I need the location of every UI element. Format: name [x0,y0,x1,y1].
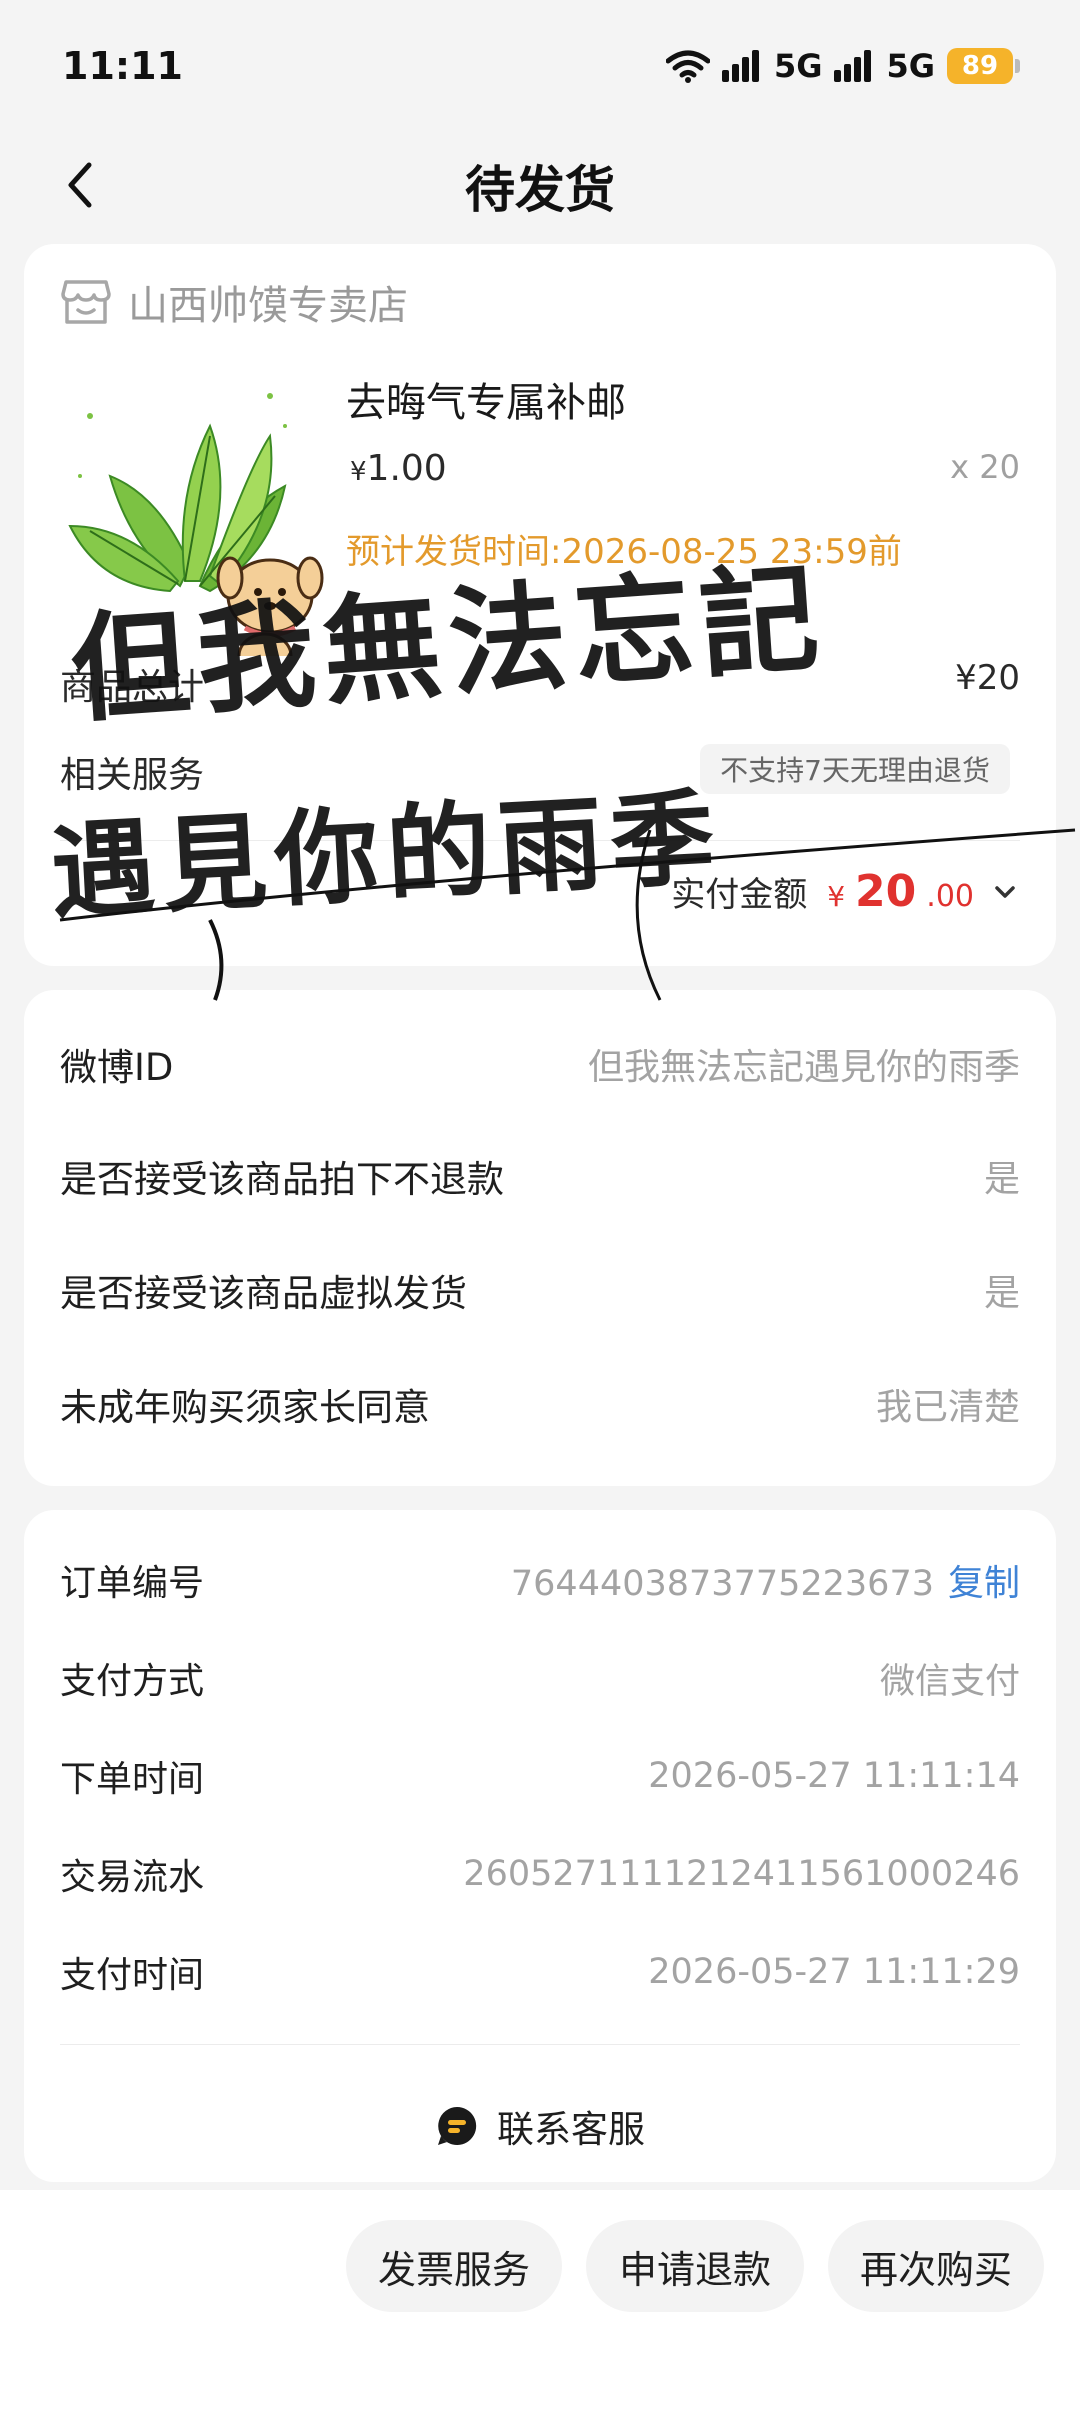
info-row-guardian: 未成年购买须家长同意 我已清楚 [60,1374,1020,1434]
network-type-1: 5G [773,47,823,85]
total-label: 商品总计 [60,667,205,708]
info-value: 但我無法忘記遇見你的雨季 [587,1047,1020,1088]
product-image[interactable] [60,356,330,680]
chat-icon [438,2106,477,2145]
status-bar: 11:11 5G 5G 89 [0,0,1080,120]
status-icons: 5G 5G 89 [665,46,1020,86]
payment-time: 2026-05-27 11:11:29 [648,1952,1020,1992]
copy-button[interactable]: 复制 [948,1563,1020,1604]
info-label: 微博ID [60,1046,174,1089]
info-row-weibo: 微博ID 但我無法忘記遇見你的雨季 [60,1034,1020,1094]
order-number-row: 订单编号 7644403873775223673 复制 [60,1550,1020,1610]
paid-label: 实付金额 [671,875,808,915]
payment-method: 微信支付 [879,1661,1020,1702]
info-label: 是否接受该商品拍下不退款 [60,1158,504,1201]
rebuy-button[interactable]: 再次购买 [828,2220,1044,2312]
divider [60,2044,1020,2045]
order-time-row: 下单时间 2026-05-27 11:11:14 [60,1746,1020,1806]
payment-method-label: 支付方式 [60,1661,205,1702]
product-price: ¥1.00 [350,448,447,489]
info-value: 我已清楚 [875,1387,1020,1428]
order-number: 7644403873775223673 [510,1564,934,1604]
service-label: 相关服务 [60,755,205,796]
bottom-action-bar: 发票服务 申请退款 再次购买 [0,2190,1080,2412]
ship-time: 预计发货时间:2026-08-25 23:59前 [346,532,902,572]
battery-icon: 89 [947,48,1020,84]
signal-icon [721,50,759,82]
order-number-label: 订单编号 [60,1563,205,1604]
payment-time-label: 支付时间 [60,1955,205,1996]
info-row-no-refund: 是否接受该商品拍下不退款 是 [60,1146,1020,1206]
order-details-card: 订单编号 7644403873775223673 复制 支付方式 微信支付 下单时… [24,1510,1056,2182]
transaction-number: 260527111121241156100024​6 [463,1854,1020,1894]
page-title: 待发货 [465,161,615,219]
payment-time-row: 支付时间 2026-05-27 11:11:29 [60,1942,1020,2002]
network-type-2: 5G [886,47,935,85]
shop-name: 山西帅馍专卖店 [128,283,408,329]
product-quantity: x 20 [950,448,1020,486]
battery-level: 89 [947,48,1013,84]
refund-button[interactable]: 申请退款 [586,2220,804,2312]
transaction-label: 交易流水 [60,1857,205,1898]
info-value: 是 [983,1273,1020,1314]
product-title[interactable]: 去晦气专属补邮 [346,370,626,428]
order-number-group: 7644403873775223673 复制 [511,1554,1020,1606]
info-label: 是否接受该商品虚拟发货 [60,1272,467,1315]
info-row-virtual-ship: 是否接受该商品虚拟发货 是 [60,1260,1020,1320]
order-time-label: 下单时间 [60,1759,205,1800]
payment-method-row: 支付方式 微信支付 [60,1648,1020,1708]
leaves-illustration [68,393,324,680]
chevron-down-icon [995,885,1015,898]
total-value: ¥20 [955,658,1020,698]
info-label: 未成年购买须家长同意 [60,1386,430,1429]
transaction-row: 交易流水 260527111121241156100024​6 [60,1844,1020,1904]
info-value: 是 [983,1159,1020,1200]
price-symbol: ¥ [350,457,367,487]
price-value: 1.00 [366,448,447,489]
paid-amount-row[interactable]: 实付金额 ¥ 20 .00 [671,866,1020,917]
divider [60,840,1020,841]
paid-amount-int: 20 [855,866,917,917]
invoice-button[interactable]: 发票服务 [346,2220,562,2312]
nav-bar: 待发货 [0,130,1080,240]
paid-amount-dec: .00 [926,879,974,914]
paid-symbol: ¥ [827,880,846,913]
contact-support-label: 联系客服 [497,2108,645,2151]
signal-icon-2 [834,50,872,82]
store-icon [61,280,111,324]
service-tag: 不支持7天无理由退货 [700,744,1010,794]
shop-row[interactable]: 山西帅馍专卖店 [60,274,408,330]
wifi-icon [665,50,710,83]
order-time: 2026-05-27 11:11:14 [648,1756,1020,1796]
status-time: 11:11 [62,44,183,88]
extra-info-card: 微博ID 但我無法忘記遇見你的雨季 是否接受该商品拍下不退款 是 是否接受该商品… [24,990,1056,1486]
product-card: 山西帅馍专卖店 去晦气专属补邮 ¥1.00 x 20 预计发货时间:2026-0… [24,244,1056,966]
contact-support-button[interactable]: 联系客服 [24,2086,1056,2166]
